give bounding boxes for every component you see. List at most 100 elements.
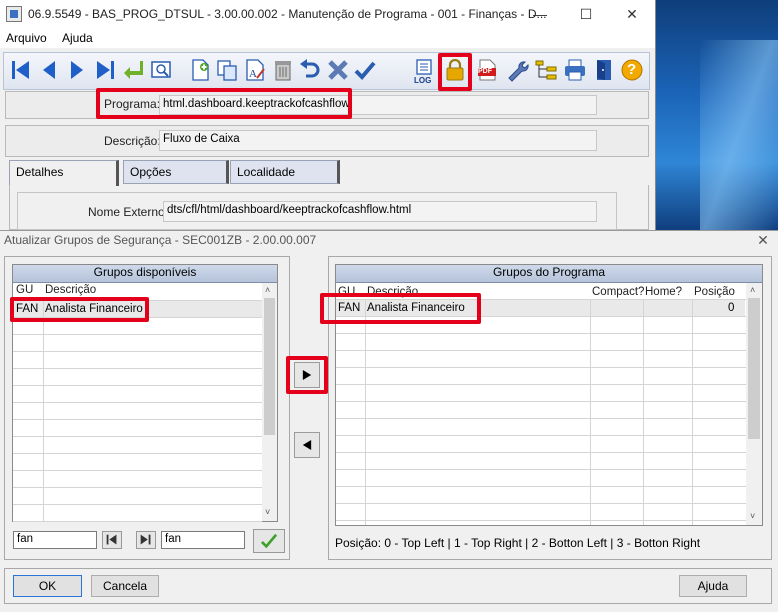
help-glyph: ?: [627, 61, 637, 78]
program-row-line: [336, 469, 746, 470]
program-row-line: [336, 418, 746, 419]
available-scroll-up-icon[interactable]: ˄: [265, 285, 270, 295]
filter-apply-button[interactable]: [253, 529, 285, 553]
filter-to-input[interactable]: fan: [161, 531, 245, 549]
available-row-line: [13, 419, 262, 420]
available-row-line: [13, 351, 262, 352]
search-icon: [151, 61, 171, 78]
next-record-button[interactable]: [63, 56, 91, 84]
exit-icon: [597, 60, 611, 80]
goto-button[interactable]: [119, 56, 147, 84]
descricao-field[interactable]: Fluxo de Caixa: [159, 130, 597, 151]
add-button-highlight: [286, 356, 328, 394]
program-row-line: [336, 367, 746, 368]
program-row-line: [336, 520, 746, 521]
nome-externo-label: Nome Externo:: [88, 205, 169, 219]
window-title: 06.9.5549 - BAS_PROG_DTSUL - 3.00.00.002…: [28, 7, 547, 21]
first-icon: [106, 534, 117, 545]
lock-highlight-box: [438, 53, 472, 91]
print-button[interactable]: [561, 56, 589, 84]
dialog-title: Atualizar Grupos de Segurança - SEC001ZB…: [4, 233, 317, 247]
program-row-line: [336, 503, 746, 504]
app-icon: [6, 6, 22, 22]
pdf-label: PDF: [478, 68, 492, 75]
close-button[interactable]: ✕: [609, 0, 655, 28]
last-record-button[interactable]: [91, 56, 119, 84]
available-col-gu: GU: [16, 284, 34, 296]
available-row-line: [13, 521, 262, 522]
arrow-left-icon: [302, 440, 312, 450]
first-record-button[interactable]: [7, 56, 35, 84]
delete-button[interactable]: [269, 56, 297, 84]
exit-button[interactable]: [590, 56, 618, 84]
available-row-line: [13, 385, 262, 386]
wrench-icon: [508, 61, 529, 82]
tab-detalhes[interactable]: Detalhes: [9, 160, 119, 186]
menu-ajuda[interactable]: Ajuda: [62, 31, 93, 45]
svg-text:A: A: [249, 68, 257, 80]
tab-localidade[interactable]: Localidade: [230, 160, 340, 184]
available-scroll-down-icon[interactable]: ˅: [265, 507, 270, 517]
prev-icon: [43, 61, 55, 79]
tab-opcoes[interactable]: Opções: [123, 160, 229, 184]
program-header: Grupos do Programa: [336, 265, 762, 283]
program-row-line: [336, 401, 746, 402]
log-label: LOG: [414, 76, 432, 85]
position-legend: Posição: 0 - Top Left | 1 - Top Right | …: [335, 536, 701, 550]
next-icon: [71, 61, 83, 79]
delete-icon: [275, 61, 291, 81]
program-row-line: [336, 452, 746, 453]
last-icon: [140, 534, 151, 545]
program-col-compact: Compact?: [592, 286, 645, 298]
available-scroll-thumb[interactable]: [264, 298, 275, 435]
ajuda-button[interactable]: Ajuda: [679, 575, 747, 597]
available-row-line: [13, 504, 262, 505]
cancela-button[interactable]: Cancela: [91, 575, 159, 597]
menu-arquivo[interactable]: Arquivo: [6, 31, 47, 45]
goto-icon: [124, 61, 143, 79]
desktop-light-beam: [700, 40, 778, 230]
minimize-button[interactable]: —: [517, 0, 563, 28]
check-icon: [260, 533, 278, 549]
available-row-highlight: [10, 297, 149, 322]
program-col-posicao: Posição: [694, 286, 735, 298]
copy-icon: [217, 60, 237, 81]
dialog-close-button[interactable]: ✕: [752, 230, 774, 250]
program-scroll-down-icon[interactable]: ˅: [750, 511, 755, 521]
available-row-line: [13, 436, 262, 437]
tree-icon: [535, 60, 557, 80]
remove-group-button[interactable]: [294, 432, 320, 458]
program-row-line: [336, 350, 746, 351]
available-header: Grupos disponíveis: [13, 265, 277, 283]
available-col-desc: Descrição: [45, 284, 97, 296]
last-icon: [97, 61, 114, 79]
structure-button[interactable]: [532, 56, 560, 84]
program-row-highlight: [320, 293, 481, 324]
ok-button[interactable]: OK: [13, 575, 82, 597]
edit-button[interactable]: A: [241, 56, 269, 84]
program-scroll-up-icon[interactable]: ˄: [750, 285, 755, 295]
prev-record-button[interactable]: [35, 56, 63, 84]
undo-icon: [300, 59, 320, 78]
maximize-button[interactable]: ☐: [563, 0, 609, 28]
program-row-pos[interactable]: 0: [728, 302, 734, 314]
new-button[interactable]: [186, 56, 214, 84]
program-scroll-thumb[interactable]: [748, 298, 760, 439]
cancel-button[interactable]: [324, 56, 352, 84]
nome-externo-field[interactable]: dts/cfl/html/dashboard/keeptrackofcashfl…: [163, 201, 597, 222]
program-row-line: [336, 384, 746, 385]
undo-button[interactable]: [296, 56, 324, 84]
tools-button[interactable]: [503, 56, 531, 84]
copy-button[interactable]: [213, 56, 241, 84]
menu-bar: [0, 28, 655, 48]
filter-first-button[interactable]: [102, 531, 122, 549]
filter-from-input[interactable]: fan: [13, 531, 97, 549]
available-row-line: [13, 334, 262, 335]
filter-last-button[interactable]: [136, 531, 156, 549]
program-col-home: Home?: [645, 286, 683, 298]
search-button[interactable]: [147, 56, 175, 84]
available-row-line: [13, 368, 262, 369]
new-icon: [192, 59, 209, 81]
confirm-icon: [354, 61, 376, 80]
confirm-button[interactable]: [351, 56, 379, 84]
